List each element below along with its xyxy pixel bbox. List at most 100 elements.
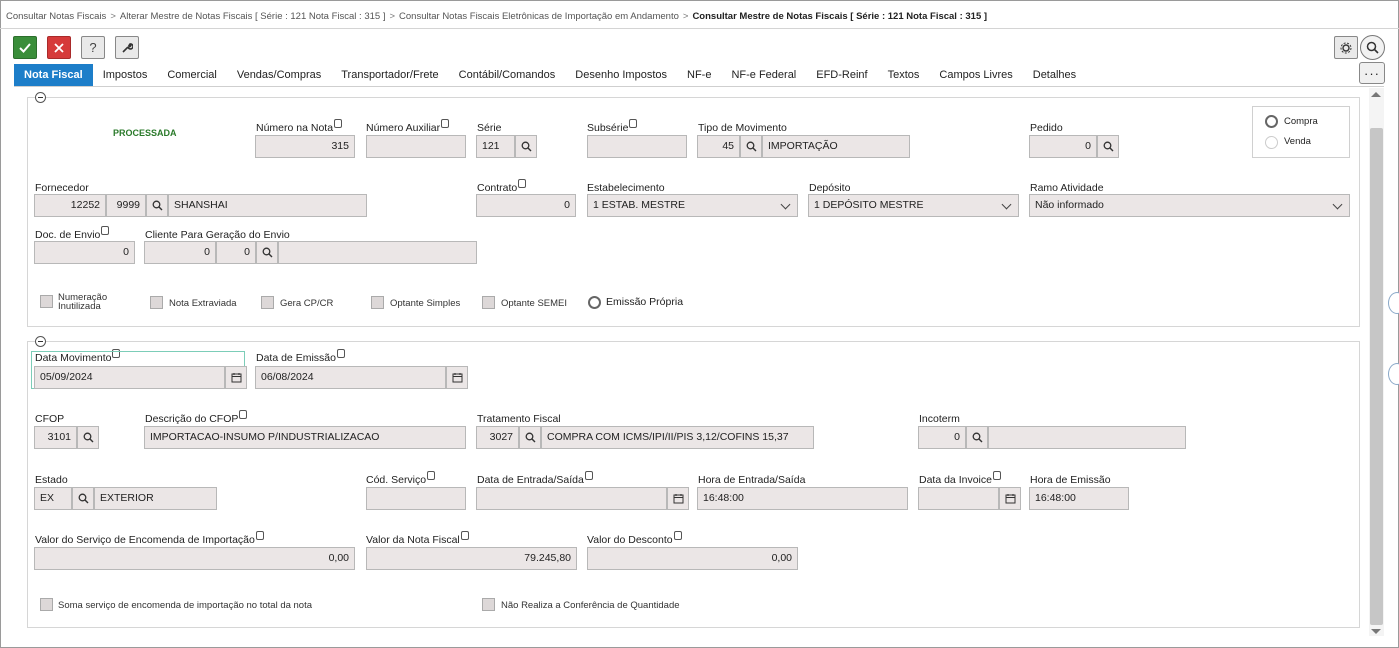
help-button[interactable]: ? bbox=[81, 36, 105, 59]
data-entrada-calendar-button[interactable] bbox=[667, 487, 689, 510]
tab-impostos[interactable]: Impostos bbox=[93, 64, 158, 86]
data-movimento-calendar-button[interactable] bbox=[225, 366, 247, 389]
subserie-field[interactable] bbox=[587, 135, 687, 158]
numero-nota-field[interactable]: 315 bbox=[255, 135, 355, 158]
numeracao-inutilizada-checkbox[interactable] bbox=[40, 295, 53, 308]
compra-radio[interactable] bbox=[1265, 115, 1278, 128]
tipo-movimento-desc-field[interactable]: IMPORTAÇÃO bbox=[762, 135, 910, 158]
copy-icon[interactable] bbox=[239, 410, 248, 419]
cfop-search-button[interactable] bbox=[77, 426, 99, 449]
data-movimento-field[interactable]: 05/09/2024 bbox=[34, 366, 225, 389]
breadcrumb-item[interactable]: Consultar Notas Fiscais Eletrônicas de I… bbox=[399, 11, 679, 22]
valor-desconto-field[interactable]: 0,00 bbox=[587, 547, 798, 570]
data-entrada-field[interactable] bbox=[476, 487, 667, 510]
tab-detalhes[interactable]: Detalhes bbox=[1023, 64, 1086, 86]
tab-nfe-federal[interactable]: NF-e Federal bbox=[721, 64, 806, 86]
deposito-select[interactable]: 1 DEPÓSITO MESTRE bbox=[808, 194, 1019, 217]
cfop-field[interactable]: 3101 bbox=[34, 426, 77, 449]
tratamento-fiscal-code-field[interactable]: 3027 bbox=[476, 426, 519, 449]
hora-entrada-field[interactable]: 16:48:00 bbox=[697, 487, 908, 510]
tab-textos[interactable]: Textos bbox=[878, 64, 930, 86]
tab-contabil-comandos[interactable]: Contábil/Comandos bbox=[449, 64, 566, 86]
tab-nfe[interactable]: NF-e bbox=[677, 64, 721, 86]
tab-vendas-compras[interactable]: Vendas/Compras bbox=[227, 64, 331, 86]
breadcrumb-item[interactable]: Consultar Notas Fiscais bbox=[6, 11, 106, 22]
copy-icon[interactable] bbox=[427, 471, 436, 480]
optante-semei-checkbox[interactable] bbox=[482, 296, 495, 309]
tab-efd-reinf[interactable]: EFD-Reinf bbox=[806, 64, 877, 86]
copy-icon[interactable] bbox=[518, 179, 527, 188]
ramo-atividade-select[interactable]: Não informado bbox=[1029, 194, 1350, 217]
tab-desenho-impostos[interactable]: Desenho Impostos bbox=[565, 64, 677, 86]
tipo-movimento-code-field[interactable]: 45 bbox=[697, 135, 740, 158]
emissao-propria-toggle[interactable] bbox=[588, 296, 601, 309]
gera-cp-cr-checkbox[interactable] bbox=[261, 296, 274, 309]
soma-servico-checkbox[interactable] bbox=[40, 598, 53, 611]
tab-transportador-frete[interactable]: Transportador/Frete bbox=[331, 64, 448, 86]
fornecedor-sub-field[interactable]: 9999 bbox=[106, 194, 146, 217]
scroll-up-arrow[interactable] bbox=[1371, 92, 1381, 97]
data-invoice-field[interactable] bbox=[918, 487, 999, 510]
copy-icon[interactable] bbox=[673, 531, 682, 540]
incoterm-code-field[interactable]: 0 bbox=[918, 426, 966, 449]
pedido-field[interactable]: 0 bbox=[1029, 135, 1097, 158]
copy-icon[interactable] bbox=[629, 119, 638, 128]
serie-search-button[interactable] bbox=[515, 135, 537, 158]
cliente-envio-name-field[interactable] bbox=[278, 241, 477, 264]
fornecedor-name-field[interactable]: SHANSHAI bbox=[168, 194, 367, 217]
cliente-envio-search-button[interactable] bbox=[256, 241, 278, 264]
valor-nota-field[interactable]: 79.245,80 bbox=[366, 547, 577, 570]
fornecedor-code-field[interactable]: 12252 bbox=[34, 194, 106, 217]
copy-icon[interactable] bbox=[101, 226, 110, 235]
valor-servico-field[interactable]: 0,00 bbox=[34, 547, 355, 570]
copy-icon[interactable] bbox=[336, 349, 345, 358]
copy-icon[interactable] bbox=[460, 531, 469, 540]
settings-button[interactable] bbox=[1334, 36, 1358, 59]
pedido-search-button[interactable] bbox=[1097, 135, 1119, 158]
fornecedor-search-button[interactable] bbox=[146, 194, 168, 217]
copy-icon[interactable] bbox=[584, 471, 593, 480]
estado-code-field[interactable]: EX bbox=[34, 487, 72, 510]
cliente-envio-code-field[interactable]: 0 bbox=[144, 241, 216, 264]
cliente-envio-sub-field[interactable]: 0 bbox=[216, 241, 256, 264]
tipo-movimento-search-button[interactable] bbox=[740, 135, 762, 158]
breadcrumb-item[interactable]: Alterar Mestre de Notas Fiscais [ Série … bbox=[120, 11, 386, 22]
tab-nota-fiscal[interactable]: Nota Fiscal bbox=[14, 64, 93, 86]
cod-servico-field[interactable] bbox=[366, 487, 466, 510]
nao-realiza-conferencia-checkbox[interactable] bbox=[482, 598, 495, 611]
side-expand-handle[interactable] bbox=[1388, 292, 1399, 314]
tools-button[interactable] bbox=[115, 36, 139, 59]
data-invoice-calendar-button[interactable] bbox=[999, 487, 1021, 510]
data-emissao-field[interactable]: 06/08/2024 bbox=[255, 366, 446, 389]
more-options-button[interactable]: ··· bbox=[1359, 62, 1385, 84]
scrollbar-thumb[interactable] bbox=[1370, 128, 1383, 625]
tratamento-fiscal-search-button[interactable] bbox=[519, 426, 541, 449]
confirm-button[interactable] bbox=[13, 36, 37, 59]
scroll-down-arrow[interactable] bbox=[1371, 629, 1381, 634]
tab-comercial[interactable]: Comercial bbox=[157, 64, 227, 86]
copy-icon[interactable] bbox=[334, 119, 343, 128]
collapse-icon[interactable] bbox=[35, 336, 46, 347]
doc-envio-field[interactable]: 0 bbox=[34, 241, 135, 264]
tab-campos-livres[interactable]: Campos Livres bbox=[929, 64, 1022, 86]
copy-icon[interactable] bbox=[992, 471, 1001, 480]
data-emissao-calendar-button[interactable] bbox=[446, 366, 468, 389]
estabelecimento-select[interactable]: 1 ESTAB. MESTRE bbox=[587, 194, 798, 217]
collapse-icon[interactable] bbox=[35, 92, 46, 103]
contrato-field[interactable]: 0 bbox=[476, 194, 576, 217]
global-search-button[interactable] bbox=[1360, 35, 1385, 60]
venda-radio[interactable] bbox=[1265, 136, 1278, 149]
serie-field[interactable]: 121 bbox=[476, 135, 515, 158]
cancel-button[interactable] bbox=[47, 36, 71, 59]
incoterm-search-button[interactable] bbox=[966, 426, 988, 449]
incoterm-desc-field[interactable] bbox=[988, 426, 1186, 449]
tratamento-fiscal-desc-field[interactable]: COMPRA COM ICMS/IPI/II/PIS 3,12/COFINS 1… bbox=[541, 426, 814, 449]
side-expand-handle[interactable] bbox=[1388, 363, 1399, 385]
estado-search-button[interactable] bbox=[72, 487, 94, 510]
hora-emissao-field[interactable]: 16:48:00 bbox=[1029, 487, 1129, 510]
optante-simples-checkbox[interactable] bbox=[371, 296, 384, 309]
nota-extraviada-checkbox[interactable] bbox=[150, 296, 163, 309]
numero-auxiliar-field[interactable] bbox=[366, 135, 466, 158]
copy-icon[interactable] bbox=[255, 531, 264, 540]
copy-icon[interactable] bbox=[441, 119, 450, 128]
